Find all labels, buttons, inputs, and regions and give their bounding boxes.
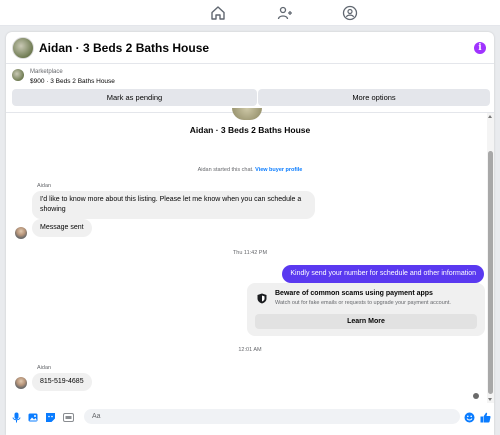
learn-more-button[interactable]: Learn More	[255, 314, 477, 329]
mark-as-pending-button[interactable]: Mark as pending	[12, 89, 257, 106]
sender-name: Aidan	[37, 365, 52, 371]
outgoing-message[interactable]: Kindly send your number for schedule and…	[282, 265, 484, 283]
more-options-button[interactable]: More options	[258, 89, 490, 106]
chat-started-notice: Aidan started this chat. View buyer prof…	[6, 167, 494, 173]
incoming-message[interactable]: I'd like to know more about this listing…	[32, 191, 315, 219]
scrollbar[interactable]	[487, 113, 494, 403]
scroll-up-arrow[interactable]	[488, 115, 492, 118]
groups-icon[interactable]	[342, 5, 358, 21]
image-icon[interactable]	[28, 412, 39, 423]
view-buyer-profile-link[interactable]: View buyer profile	[255, 167, 302, 173]
seen-indicator-avatar	[473, 393, 479, 399]
scam-warning-description: Watch out for fake emails or requests to…	[275, 300, 451, 306]
emoji-icon[interactable]	[464, 412, 475, 423]
listing-thumbnail[interactable]	[12, 69, 24, 81]
listing-photo[interactable]	[12, 37, 34, 59]
buyer-avatar[interactable]	[15, 227, 27, 239]
conversation-title: Aidan · 3 Beds 2 Baths House	[189, 125, 311, 135]
mic-icon[interactable]	[11, 412, 22, 423]
sticker-icon[interactable]	[45, 412, 56, 423]
sender-name: Aidan	[37, 183, 52, 189]
marketplace-label: Marketplace	[30, 69, 63, 75]
buyer-avatar[interactable]	[15, 377, 27, 389]
like-icon[interactable]	[480, 412, 491, 423]
gif-icon[interactable]	[63, 412, 74, 423]
top-nav	[0, 0, 500, 26]
listing-avatar	[232, 108, 262, 120]
chat-started-text: Aidan started this chat.	[197, 167, 254, 173]
timestamp: 12:01 AM	[238, 347, 262, 353]
message-input[interactable]	[84, 409, 460, 424]
incoming-message[interactable]: Message sent	[32, 219, 92, 237]
people-icon[interactable]	[277, 5, 293, 21]
message-composer	[6, 404, 494, 435]
chat-header: Aidan · 3 Beds 2 Baths House i	[6, 32, 494, 64]
listing-price-title[interactable]: $900 · 3 Beds 2 Baths House	[30, 78, 115, 85]
scam-warning-title: Beware of common scams using payment app…	[275, 290, 433, 297]
scroll-down-arrow[interactable]	[488, 398, 492, 401]
shield-icon	[257, 293, 267, 304]
chat-header-title[interactable]: Aidan · 3 Beds 2 Baths House	[39, 41, 209, 55]
info-icon[interactable]: i	[474, 42, 486, 54]
scam-warning-card: Beware of common scams using payment app…	[247, 283, 485, 336]
incoming-message[interactable]: 815-519-4685	[32, 373, 92, 391]
home-icon[interactable]	[210, 5, 226, 21]
scrollbar-thumb[interactable]	[488, 151, 493, 394]
timestamp: Thu 11:42 PM	[232, 250, 268, 256]
chat-panel: Aidan · 3 Beds 2 Baths House i Marketpla…	[6, 32, 494, 435]
